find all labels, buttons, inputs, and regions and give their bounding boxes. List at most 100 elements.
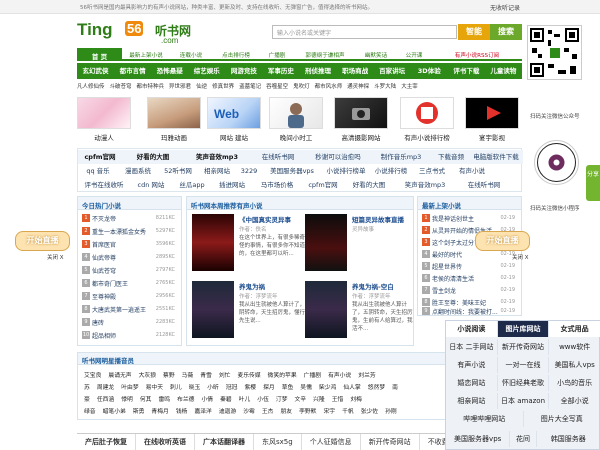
anchor-link[interactable]: 宋宇 <box>323 406 335 415</box>
link-item[interactable]: 好看的大图 <box>122 150 184 164</box>
tag-link[interactable]: 凡人修仙传 <box>77 82 105 92</box>
list-item[interactable]: 3 首席医官 3596KC <box>78 238 181 250</box>
anchor-link[interactable]: 雷鸣 <box>158 394 170 403</box>
anchor-link[interactable]: 艾宝良 <box>84 370 101 379</box>
anchor-link[interactable]: 青梅月 <box>151 406 168 415</box>
tag-link[interactable]: 修真世界 <box>212 82 234 92</box>
book-title[interactable]: 短篇灵异故事直播 <box>352 214 404 224</box>
category-link[interactable]: 刑侦推理 <box>299 63 336 79</box>
link-item[interactable]: 相亲网站 <box>198 164 236 178</box>
anchor-link[interactable]: 悠然梦 <box>368 382 385 391</box>
ad-link[interactable]: 东风sx5g <box>254 434 302 450</box>
anchor-link[interactable]: 晨诵无声 <box>108 370 131 379</box>
anchor-link[interactable]: 斯勇 <box>133 406 145 415</box>
anchor-link[interactable]: 布兰德 <box>177 394 194 403</box>
item-title[interactable]: 超星世界传 <box>432 262 462 271</box>
anchor-link[interactable]: 张少佐 <box>361 406 378 415</box>
item-title[interactable]: 重生一本漂狐金女秀 <box>92 227 146 236</box>
anchor-link[interactable]: 叶儿 <box>239 394 251 403</box>
list-item[interactable]: 6 都市奇门医王 2765KC <box>78 277 181 289</box>
tag-link[interactable]: 都市特种兵 <box>137 82 165 92</box>
anchor-link[interactable]: 麦乐传媒 <box>237 370 260 379</box>
anchor-link[interactable]: 仙人掌 <box>343 382 360 391</box>
anchor-link[interactable]: 微笑的苹果 <box>268 370 297 379</box>
anchor-link[interactable]: 周建龙 <box>97 382 114 391</box>
list-item[interactable]: 10 超品相师 2128KC <box>78 329 181 341</box>
item-title[interactable]: 最好的时代 <box>432 250 462 259</box>
link-item[interactable]: 小说排行榜单 <box>322 164 370 178</box>
popup-link[interactable]: 花间 <box>510 431 537 447</box>
link-item[interactable]: 美国服务器vps <box>262 164 322 178</box>
category-link[interactable]: 儿童读物 <box>485 63 522 79</box>
popup-link[interactable]: 小说阅读 <box>446 321 498 337</box>
book-cover[interactable] <box>192 214 234 271</box>
close-float-left-button[interactable]: 关闭 X <box>47 253 64 261</box>
live-float-right[interactable]: 开始直播 <box>475 231 530 251</box>
tag-link[interactable]: 斗破苍穹 <box>110 82 132 92</box>
nav-item[interactable]: 郭德纲于谦相声 <box>294 48 356 59</box>
popup-link[interactable]: 婚恋网站 <box>446 375 498 391</box>
thumb-card[interactable]: 晚间小时工 <box>269 97 323 142</box>
tag-link[interactable]: 都市风水师 <box>315 82 343 92</box>
link-item[interactable]: qq 音乐 <box>78 164 118 178</box>
list-item[interactable]: 7 至尊神殿 2956KC <box>78 290 181 302</box>
anchor-link[interactable]: 何其 <box>140 394 152 403</box>
category-link[interactable]: 恐怖悬疑 <box>151 63 188 79</box>
category-link[interactable]: 职场商战 <box>337 63 374 79</box>
item-title[interactable]: 至尊神殿 <box>92 292 116 301</box>
anchor-link[interactable]: 悸明 <box>121 394 133 403</box>
thumb-card[interactable]: 玛雅动画 <box>147 97 201 142</box>
anchor-link[interactable]: 小倩 <box>201 394 213 403</box>
tag-link[interactable]: 异世邪君 <box>169 82 191 92</box>
popup-link[interactable]: 日本 amazon <box>498 393 550 409</box>
popup-link[interactable]: 全部小说 <box>549 393 600 409</box>
anchor-link[interactable]: 叶由梦 <box>121 382 138 391</box>
anchor-link[interactable]: 刘兰芳 <box>358 370 375 379</box>
item-title[interactable]: 仙武帝尊 <box>92 253 116 262</box>
link-item[interactable]: 插进网站 <box>212 178 252 192</box>
link-item[interactable]: 3229 <box>236 164 262 178</box>
category-link[interactable]: 军事历史 <box>262 63 299 79</box>
item-title[interactable]: 老侯的清清生活 <box>432 274 474 283</box>
anchor-link[interactable]: 紫樱 <box>244 382 256 391</box>
thumb-card[interactable]: 高清摄影网站 <box>334 97 388 142</box>
thumb-card[interactable]: 宴宇影视 <box>465 97 519 142</box>
tag-link[interactable]: 仙逆 <box>196 82 207 92</box>
book-card[interactable]: 《中国真实灵异事 作者：佚名 在这个世界上，有很多稀奇古怪的事情，有很多你不知道… <box>192 214 312 279</box>
anchor-link[interactable]: 刘忙 <box>219 370 231 379</box>
anchor-link[interactable]: 王杰 <box>262 406 274 415</box>
link-item[interactable]: 丝瓜app <box>172 178 212 192</box>
anchor-link[interactable]: 广播剧 <box>304 370 321 379</box>
tag-link[interactable]: 大主宰 <box>401 82 418 92</box>
anchor-link[interactable]: 王惜 <box>332 394 344 403</box>
popup-link[interactable]: 怀旧经典老歌 <box>498 375 550 391</box>
anchor-link[interactable]: 迪迦游 <box>219 406 236 415</box>
popup-link[interactable]: 日本 二手网站 <box>446 339 498 355</box>
ad-link[interactable]: 个人征婚信息 <box>302 434 361 450</box>
nav-item[interactable]: 广播剧 <box>260 48 294 59</box>
thumb-card[interactable]: Web 网站 建站 <box>207 97 261 142</box>
anchor-link[interactable]: 探月 <box>263 382 275 391</box>
tag-link[interactable]: 通灵神探 <box>347 82 369 92</box>
anchor-link[interactable]: 朋友 <box>280 406 292 415</box>
anchor-link[interactable]: 刺儿 <box>170 382 182 391</box>
anchor-link[interactable]: 蜡笔小弟 <box>103 406 126 415</box>
link-item[interactable]: 有声小说 <box>452 164 492 178</box>
tag-link[interactable]: 盗墓笔记 <box>239 82 261 92</box>
anchor-link[interactable]: 晓玉 <box>189 382 201 391</box>
tag-link[interactable]: 吞噬星空 <box>266 82 288 92</box>
smart-search-button[interactable]: 智能 <box>458 24 490 40</box>
list-item[interactable]: 7 雪主剑龙 02-19 <box>418 284 521 296</box>
book-title[interactable]: 《中国真实灵异事 <box>239 214 291 224</box>
link-item[interactable]: 电脑版软件下载 <box>470 150 522 164</box>
anchor-link[interactable]: 汀梦 <box>276 394 288 403</box>
popup-link[interactable]: 美国服务器vps <box>446 431 511 447</box>
anchor-link[interactable]: 嘉泽洋 <box>194 406 211 415</box>
anchor-link[interactable]: 大灰狼 <box>139 370 156 379</box>
site-logo[interactable]: Ting 56 听书网 .com <box>77 20 192 45</box>
anchor-link[interactable]: 秦碧 <box>220 394 232 403</box>
anchor-link[interactable]: 小伍 <box>257 394 269 403</box>
category-link[interactable]: 3D体验 <box>411 63 448 79</box>
anchor-link[interactable]: 草鱼 <box>282 382 294 391</box>
anchor-link[interactable]: 兴隆 <box>313 394 325 403</box>
